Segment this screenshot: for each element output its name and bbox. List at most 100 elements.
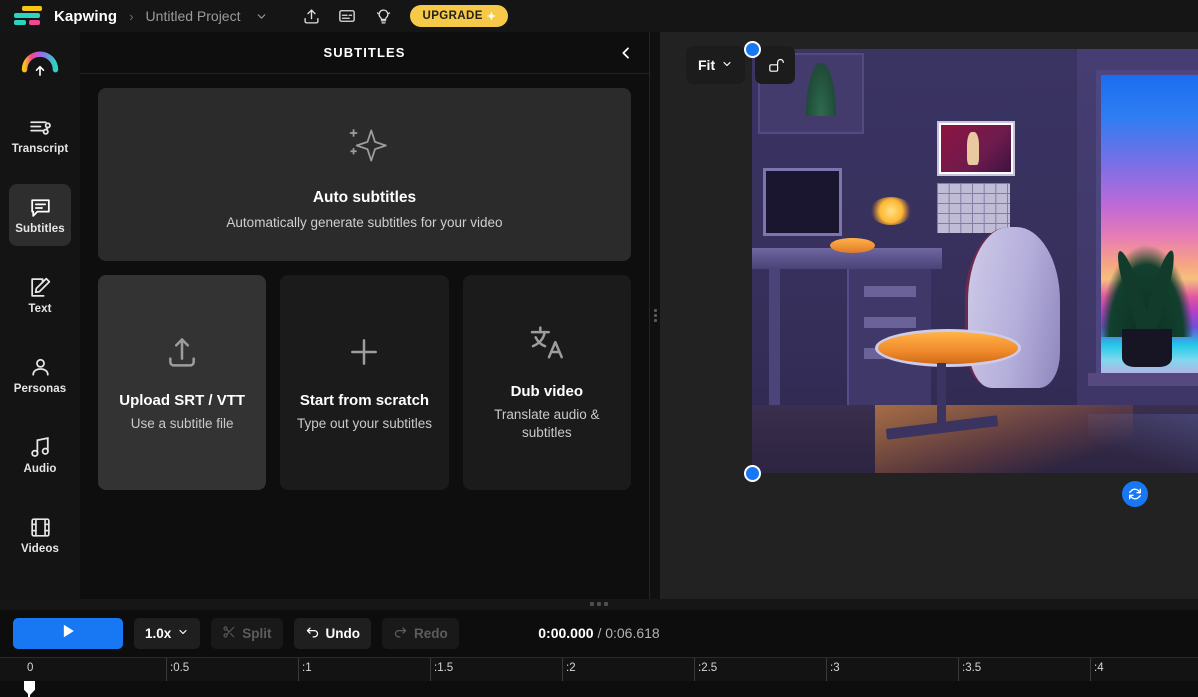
card-subtitle: Translate audio & subtitles xyxy=(494,406,600,441)
breadcrumb-separator: › xyxy=(129,8,134,24)
grip-dots-icon xyxy=(653,308,657,322)
film-strip-icon xyxy=(28,515,53,540)
card-subtitle: Use a subtitle file xyxy=(130,416,234,432)
captions-card-icon[interactable] xyxy=(334,4,360,28)
sidebar-item-transcript[interactable]: Transcript xyxy=(9,104,71,166)
split-button[interactable]: Split xyxy=(211,617,283,649)
project-name[interactable]: Untitled Project xyxy=(146,8,241,24)
timeline-toolbar: 1.0x Split Undo Redo 0:00.000 / 0:06.618 xyxy=(0,609,1198,657)
zoom-fit-dropdown[interactable]: Fit xyxy=(686,46,746,84)
video-frame-image xyxy=(752,49,1198,473)
timeline-tracks[interactable] xyxy=(0,680,1198,697)
sidebar-item-label: Transcript xyxy=(11,143,69,155)
video-canvas[interactable] xyxy=(752,49,1198,473)
play-button[interactable] xyxy=(13,617,123,649)
project-menu-chevron-down-icon[interactable] xyxy=(250,5,272,27)
playhead[interactable] xyxy=(24,680,35,697)
selection-handle-bottom-left[interactable] xyxy=(744,465,761,482)
text-edit-icon xyxy=(28,275,53,300)
unlocked-padlock-icon[interactable] xyxy=(755,46,796,84)
plus-icon xyxy=(344,332,384,377)
sidebar-item-text[interactable]: Text xyxy=(9,264,71,326)
sparkle-icon: ✦ xyxy=(486,10,497,23)
ruler-tick: :2.5 xyxy=(694,657,717,681)
panel-resize-handle[interactable] xyxy=(650,32,660,599)
timeline-resize-handle[interactable] xyxy=(0,598,1198,610)
music-note-icon xyxy=(28,435,53,460)
editor-body: Transcript Subtitles Text Personas Audio… xyxy=(0,32,1198,599)
translate-icon xyxy=(527,323,567,368)
sidebar-item-audio[interactable]: Audio xyxy=(9,424,71,486)
top-bar: Kapwing › Untitled Project UPGRADE ✦ xyxy=(0,0,1198,32)
undo-button[interactable]: Undo xyxy=(293,617,372,649)
upload-srt-vtt-card[interactable]: Upload SRT / VTT Use a subtitle file xyxy=(98,275,267,490)
playback-speed-dropdown[interactable]: 1.0x xyxy=(134,617,201,649)
sidebar-item-label: Videos xyxy=(20,543,60,555)
card-title: Start from scratch xyxy=(299,391,430,409)
subtitles-icon xyxy=(28,195,53,220)
transcript-icon xyxy=(28,115,53,140)
redo-button[interactable]: Redo xyxy=(382,617,459,649)
sidebar-item-label: Subtitles xyxy=(15,223,65,235)
current-time: 0:00.000 xyxy=(538,625,594,641)
redo-arrow-icon xyxy=(393,625,408,642)
scissors-icon xyxy=(222,625,236,642)
ruler-tick: :4 xyxy=(1090,657,1104,681)
panel-header: SUBTITLES xyxy=(80,32,649,74)
kapwing-logo-icon[interactable] xyxy=(10,5,44,27)
split-label: Split xyxy=(242,625,272,641)
video-preview-area: Fit xyxy=(660,32,1198,599)
subtitles-panel: SUBTITLES Auto subtitles Automatically g… xyxy=(80,32,650,599)
upload-arrow-icon xyxy=(162,332,202,377)
chevron-down-icon xyxy=(177,626,189,641)
brand-name[interactable]: Kapwing xyxy=(54,8,117,25)
refresh-loop-icon[interactable] xyxy=(1122,481,1148,507)
sidebar-item-label: Personas xyxy=(13,383,67,395)
sidebar-item-subtitles[interactable]: Subtitles xyxy=(9,184,71,246)
sparkle-icon xyxy=(340,120,390,175)
left-tool-rail: Transcript Subtitles Text Personas Audio… xyxy=(0,32,80,599)
sidebar-item-videos[interactable]: Videos xyxy=(9,504,71,566)
redo-label: Redo xyxy=(414,625,448,641)
timeline-ruler[interactable]: 0 :0.5 :1 :1.5 :2 :2.5 :3 :3.5 :4 xyxy=(0,656,1198,681)
chevron-down-icon xyxy=(721,57,733,73)
ruler-tick: :1.5 xyxy=(430,657,453,681)
start-from-scratch-card[interactable]: Start from scratch Type out your subtitl… xyxy=(280,275,449,490)
undo-arrow-icon xyxy=(305,625,320,642)
ruler-tick: 0 xyxy=(27,661,34,674)
ruler-tick: :2 xyxy=(562,657,576,681)
auto-subtitles-title: Auto subtitles xyxy=(312,188,417,206)
subtitle-options-row: Upload SRT / VTT Use a subtitle file Sta… xyxy=(98,275,631,490)
kapwing-editor-window: Kapwing › Untitled Project UPGRADE ✦ Tra… xyxy=(0,0,1198,697)
zoom-level-label: Fit xyxy=(698,57,716,73)
sidebar-item-label: Text xyxy=(28,303,52,315)
card-title: Dub video xyxy=(510,382,584,400)
page-title: SUBTITLES xyxy=(323,45,406,60)
lightbulb-icon[interactable] xyxy=(370,4,396,28)
chevron-left-icon[interactable] xyxy=(615,42,637,64)
card-title: Upload SRT / VTT xyxy=(119,391,246,409)
ruler-tick: :0.5 xyxy=(166,657,189,681)
play-triangle-icon xyxy=(58,621,78,646)
sidebar-item-personas[interactable]: Personas xyxy=(9,344,71,406)
sidebar-item-label: Audio xyxy=(23,463,57,475)
ruler-tick: :3.5 xyxy=(958,657,981,681)
auto-subtitles-card[interactable]: Auto subtitles Automatically generate su… xyxy=(98,88,631,261)
export-upload-icon[interactable] xyxy=(298,4,324,28)
dub-video-card[interactable]: Dub video Translate audio & subtitles xyxy=(462,275,631,490)
upgrade-button[interactable]: UPGRADE ✦ xyxy=(410,5,509,27)
time-separator: / xyxy=(597,625,602,641)
total-duration: 0:06.618 xyxy=(605,625,660,641)
speed-label: 1.0x xyxy=(145,625,172,641)
preview-toolbar: Fit xyxy=(686,46,796,84)
auto-subtitles-subtitle: Automatically generate subtitles for you… xyxy=(226,214,503,230)
cloud-upload-icon[interactable] xyxy=(17,46,63,86)
panel-body: Auto subtitles Automatically generate su… xyxy=(80,74,649,504)
undo-label: Undo xyxy=(325,625,361,641)
card-subtitle: Type out your subtitles xyxy=(296,416,433,432)
person-icon xyxy=(28,355,53,380)
upgrade-label: UPGRADE xyxy=(422,10,483,22)
selection-handle-top-left[interactable] xyxy=(744,41,761,58)
ruler-tick: :3 xyxy=(826,657,840,681)
ruler-tick: :1 xyxy=(298,657,312,681)
